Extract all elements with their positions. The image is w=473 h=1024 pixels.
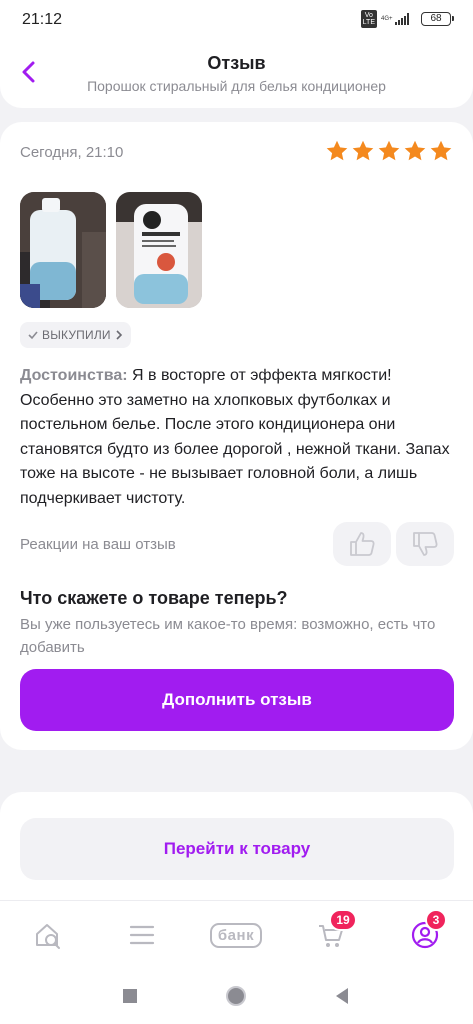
purchased-badge-label: ВЫКУПИЛИ xyxy=(42,328,111,342)
star-icon xyxy=(430,140,452,161)
star-icon xyxy=(378,140,400,161)
followup-title: Что скажете о товаре теперь? xyxy=(20,588,288,608)
battery-icon: 68 xyxy=(421,12,454,26)
check-icon xyxy=(28,331,38,340)
tab-bank[interactable]: банк xyxy=(204,915,268,955)
followup-text: Вы уже пользуетесь им какое-то время: во… xyxy=(20,616,436,656)
triangle-back-icon xyxy=(336,988,348,1004)
purchased-badge[interactable]: ВЫКУПИЛИ xyxy=(20,322,131,348)
add-to-review-button[interactable]: Дополнить отзыв xyxy=(20,669,454,731)
go-to-product-button[interactable]: Перейти к товару xyxy=(20,818,454,880)
pros-text: Я в восторге от эффекта мягкости! Особен… xyxy=(20,367,450,507)
status-bar: 21:12 Vo LTE 4G+ 68 xyxy=(0,0,473,40)
bottom-tab-bar: банк 19 3 xyxy=(0,900,473,968)
status-icons: Vo LTE 4G+ 68 xyxy=(360,10,454,28)
star-icon xyxy=(352,140,374,161)
chevron-right-icon xyxy=(116,330,122,340)
bank-logo-label: банк xyxy=(209,922,263,948)
network-type: 4G+ xyxy=(381,16,393,22)
tab-cart[interactable]: 19 xyxy=(311,909,357,955)
rating-stars xyxy=(325,139,453,163)
system-back-button[interactable] xyxy=(328,984,356,1008)
profile-count-badge: 3 xyxy=(425,909,447,931)
page-header: Отзыв Порошок стиральный для белья конди… xyxy=(0,40,473,108)
signal-icon xyxy=(395,13,409,25)
pros-label: Достоинства: xyxy=(20,367,128,384)
circle-icon xyxy=(226,986,246,1006)
star-icon xyxy=(404,140,426,161)
product-link-card: Перейти к товару xyxy=(0,792,473,912)
thumbs-down-icon xyxy=(413,532,438,556)
dislike-button[interactable] xyxy=(396,522,454,566)
status-time: 21:12 xyxy=(22,11,63,28)
like-button[interactable] xyxy=(333,522,391,566)
product-name[interactable]: Порошок стиральный для белья кондиционер xyxy=(0,78,473,94)
review-date: Сегодня, 21:10 xyxy=(20,144,124,161)
home-search-icon xyxy=(36,924,60,949)
system-nav-bar xyxy=(0,968,473,1024)
review-photo[interactable] xyxy=(20,192,106,308)
thumbs-up-icon xyxy=(350,532,375,556)
review-card: Сегодня, 21:10 ВЫКУПИЛИ Достоинства: Я в… xyxy=(0,122,473,750)
page-title: Отзыв xyxy=(207,53,266,73)
bottle-photo-image xyxy=(116,192,202,308)
bottle-photo-image xyxy=(20,192,106,308)
reactions-label: Реакции на ваш отзыв xyxy=(20,536,176,553)
volte-icon: Vo LTE xyxy=(360,10,377,28)
home-button[interactable] xyxy=(222,984,250,1008)
star-icon xyxy=(326,140,348,161)
recent-apps-button[interactable] xyxy=(116,984,144,1008)
tab-home[interactable] xyxy=(28,915,68,955)
review-text: Достоинства: Я в восторге от эффекта мяг… xyxy=(20,364,455,511)
cart-count-badge: 19 xyxy=(329,909,357,931)
tab-profile[interactable]: 3 xyxy=(405,909,447,955)
square-icon xyxy=(123,989,137,1003)
tab-catalog[interactable] xyxy=(122,915,162,955)
review-photo[interactable] xyxy=(116,192,202,308)
menu-icon xyxy=(129,925,155,945)
